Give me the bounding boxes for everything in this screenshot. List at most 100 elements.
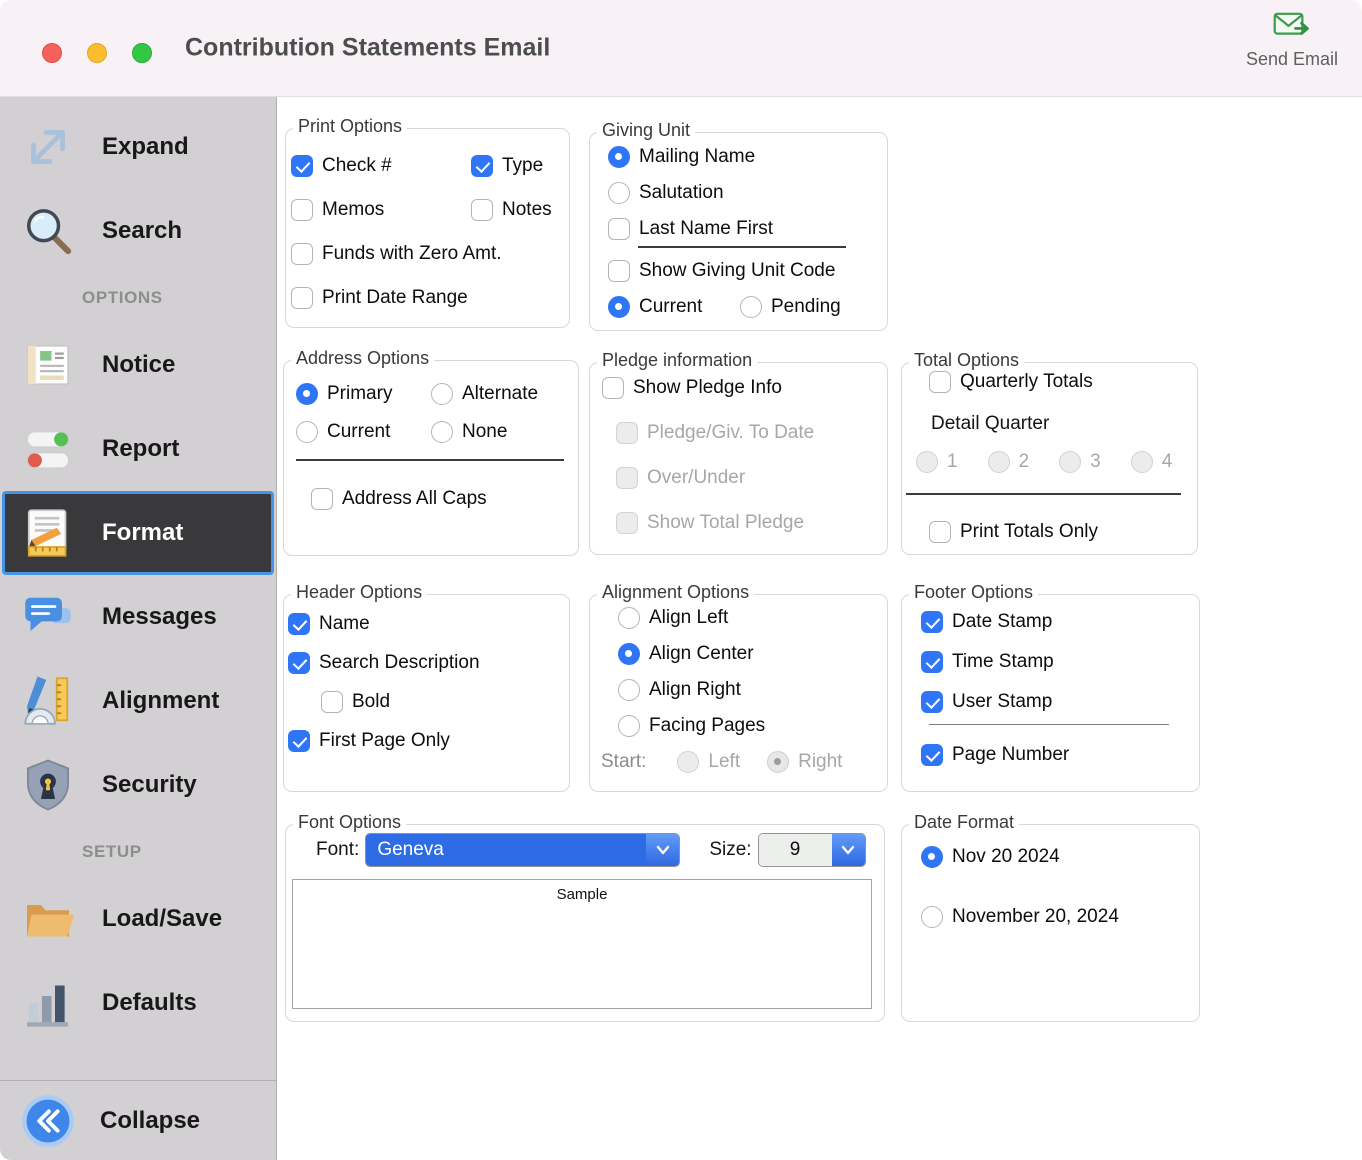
sidebar-item-messages[interactable]: Messages [0,575,276,659]
show-pledge-info-field[interactable]: Show Pledge Info [602,377,782,399]
sidebar-item-expand[interactable]: Expand [0,105,276,189]
font-select[interactable]: Geneva [365,833,680,867]
type-checkbox[interactable] [471,155,493,177]
align-center-radio[interactable] [618,643,640,665]
first-page-only-label: First Page Only [319,730,450,752]
date-format-short-radio[interactable] [921,846,943,868]
chevron-down-icon[interactable] [646,834,679,866]
align-right-radio[interactable] [618,679,640,701]
alternate-radio[interactable] [431,383,453,405]
sidebar-collapse-button[interactable]: Collapse [0,1080,276,1160]
pending-field[interactable]: Pending [740,296,841,318]
bold-checkbox[interactable] [321,691,343,713]
name-checkbox[interactable] [288,613,310,635]
separator [929,724,1169,725]
send-email-button[interactable]: Send Email [1246,11,1338,70]
date-format-panel: Date Format Nov 20 2024 November 20, 202… [901,824,1200,1022]
quarter-4-radio [1131,451,1153,473]
notice-icon [16,337,80,393]
address-none-radio[interactable] [431,421,453,443]
sidebar-item-search[interactable]: Search [0,189,276,273]
sidebar-item-defaults[interactable]: Defaults [0,961,276,1045]
print-date-range-checkbox[interactable] [291,287,313,309]
size-select[interactable]: 9 [758,833,866,867]
last-name-first-checkbox[interactable] [608,218,630,240]
align-right-field[interactable]: Align Right [618,679,741,701]
date-stamp-field[interactable]: Date Stamp [921,611,1052,633]
current-field[interactable]: Current [608,296,740,318]
align-left-radio[interactable] [618,607,640,629]
memos-field[interactable]: Memos [291,199,471,221]
alignment-options-panel: Alignment Options Align Left Align Cente… [589,594,888,792]
messages-icon [16,589,80,645]
check-num-field[interactable]: Check # [291,155,471,177]
address-current-field[interactable]: Current [296,421,431,443]
page-number-checkbox[interactable] [921,744,943,766]
sidebar-item-notice[interactable]: Notice [0,323,276,407]
user-stamp-label: User Stamp [952,691,1052,713]
chevron-down-icon[interactable] [832,834,865,866]
print-totals-only-field[interactable]: Print Totals Only [929,521,1098,543]
search-description-checkbox[interactable] [288,652,310,674]
mailing-name-field[interactable]: Mailing Name [608,146,755,168]
mailing-name-radio[interactable] [608,146,630,168]
address-none-field[interactable]: None [431,421,507,443]
date-format-short-field[interactable]: Nov 20 2024 [921,846,1060,868]
name-field[interactable]: Name [288,613,370,635]
show-pledge-info-checkbox[interactable] [602,377,624,399]
date-format-long-radio[interactable] [921,906,943,928]
search-description-field[interactable]: Search Description [288,652,480,674]
sidebar-item-label: Format [102,519,183,547]
alternate-field[interactable]: Alternate [431,383,538,405]
sidebar-item-loadsave[interactable]: Load/Save [0,877,276,961]
notes-field[interactable]: Notes [471,199,552,221]
time-stamp-checkbox[interactable] [921,651,943,673]
minimize-window-button[interactable] [87,43,107,63]
funds-zero-field[interactable]: Funds with Zero Amt. [291,243,502,265]
address-all-caps-checkbox[interactable] [311,488,333,510]
first-page-only-checkbox[interactable] [288,730,310,752]
check-num-checkbox[interactable] [291,155,313,177]
facing-pages-field[interactable]: Facing Pages [618,715,765,737]
main-content: Print Options Check # Type [277,97,1362,1160]
show-giving-unit-code-checkbox[interactable] [608,260,630,282]
date-format-long-field[interactable]: November 20, 2024 [921,906,1119,928]
address-current-radio[interactable] [296,421,318,443]
align-left-field[interactable]: Align Left [618,607,728,629]
show-giving-unit-code-label: Show Giving Unit Code [639,260,835,282]
show-giving-unit-code-field[interactable]: Show Giving Unit Code [608,260,835,282]
quarterly-totals-checkbox[interactable] [929,371,951,393]
date-stamp-checkbox[interactable] [921,611,943,633]
align-center-field[interactable]: Align Center [618,643,754,665]
alignment-icon [16,673,80,729]
zoom-window-button[interactable] [132,43,152,63]
current-radio[interactable] [608,296,630,318]
memos-checkbox[interactable] [291,199,313,221]
print-totals-only-checkbox[interactable] [929,521,951,543]
sidebar-item-alignment[interactable]: Alignment [0,659,276,743]
primary-field[interactable]: Primary [296,383,431,405]
notes-checkbox[interactable] [471,199,493,221]
pending-radio[interactable] [740,296,762,318]
last-name-first-field[interactable]: Last Name First [608,218,773,240]
primary-radio[interactable] [296,383,318,405]
first-page-only-field[interactable]: First Page Only [288,730,450,752]
salutation-field[interactable]: Salutation [608,182,724,204]
bold-field[interactable]: Bold [321,691,390,713]
close-window-button[interactable] [42,43,62,63]
sidebar-item-report[interactable]: Report [0,407,276,491]
funds-zero-checkbox[interactable] [291,243,313,265]
print-date-range-field[interactable]: Print Date Range [291,287,468,309]
user-stamp-field[interactable]: User Stamp [921,691,1052,713]
address-current-label: Current [327,421,390,443]
sidebar-item-security[interactable]: Security [0,743,276,827]
address-all-caps-field[interactable]: Address All Caps [311,488,487,510]
page-number-field[interactable]: Page Number [921,744,1069,766]
type-field[interactable]: Type [471,155,543,177]
sidebar-item-format[interactable]: Format [2,491,274,575]
salutation-radio[interactable] [608,182,630,204]
time-stamp-field[interactable]: Time Stamp [921,651,1054,673]
user-stamp-checkbox[interactable] [921,691,943,713]
quarterly-totals-field[interactable]: Quarterly Totals [929,371,1093,393]
facing-pages-radio[interactable] [618,715,640,737]
